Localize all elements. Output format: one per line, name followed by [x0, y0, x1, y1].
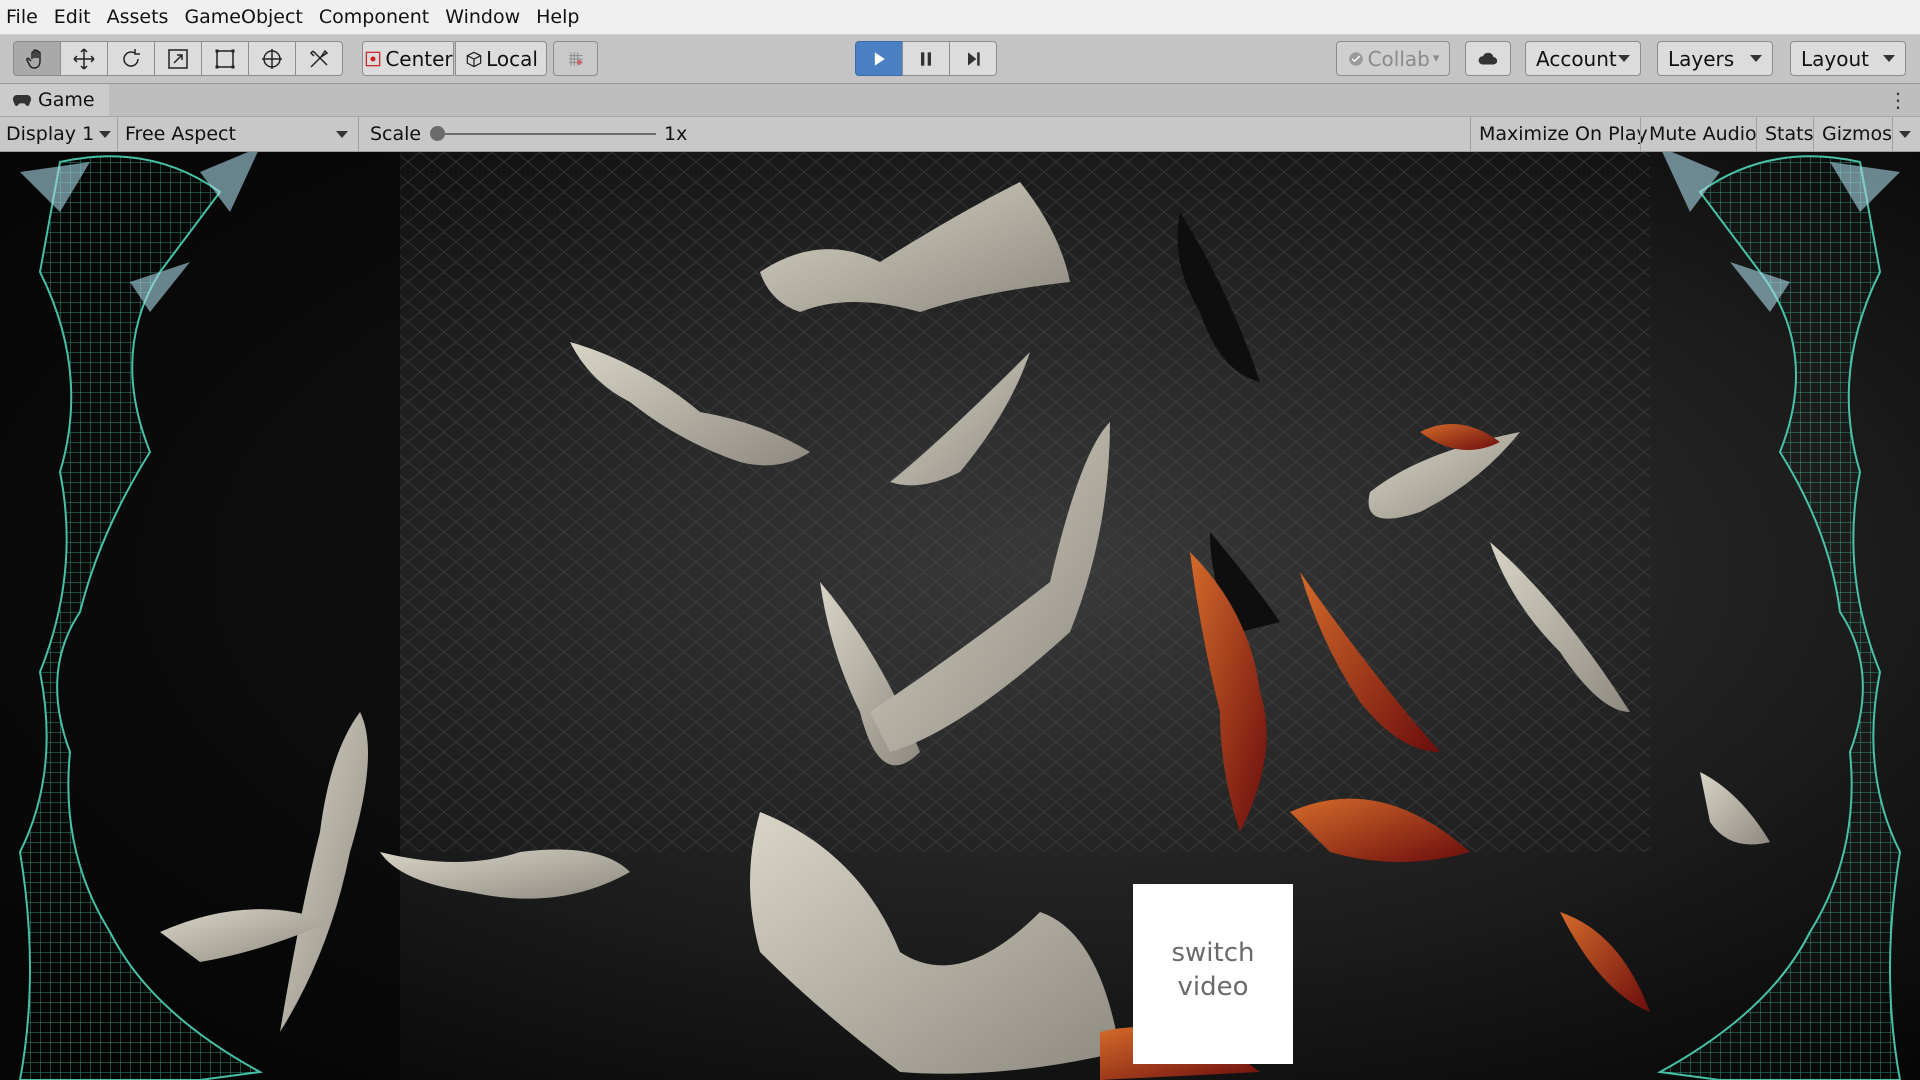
pivot-icon [366, 51, 381, 66]
chevron-down-icon: ▾ [1432, 51, 1440, 66]
switch-video-button[interactable]: switch video [1133, 884, 1293, 1064]
tab-game[interactable]: Game [0, 84, 109, 116]
chevron-down-icon [1899, 130, 1911, 138]
local-space-icon [466, 51, 482, 67]
maximize-label: Maximize On Play [1479, 123, 1648, 145]
checkmark-icon [1348, 51, 1363, 66]
main-toolbar: Center Local Collab ▾ Account Layers Lay… [0, 35, 1920, 84]
grid-snap-icon [568, 51, 583, 66]
scale-tool-button[interactable] [154, 41, 202, 76]
account-label: Account [1536, 46, 1617, 71]
cloud-icon [1478, 52, 1498, 64]
layout-dropdown[interactable]: Layout [1790, 41, 1906, 76]
layers-dropdown[interactable]: Layers [1657, 41, 1773, 76]
custom-tool-icon [309, 49, 329, 68]
pause-button[interactable] [902, 41, 950, 76]
rotate-tool-button[interactable] [107, 41, 155, 76]
cloud-button[interactable] [1465, 41, 1511, 76]
maximize-on-play-toggle[interactable]: Maximize On Play [1470, 117, 1656, 151]
step-button[interactable] [949, 41, 997, 76]
collab-button[interactable]: Collab ▾ [1336, 41, 1450, 76]
menu-edit[interactable]: Edit [46, 0, 99, 34]
collab-label: Collab [1367, 46, 1430, 71]
pivot-center-button[interactable]: Center [362, 41, 454, 76]
hand-icon [26, 48, 41, 69]
menu-bar: File Edit Assets GameObject Component Wi… [0, 0, 1920, 35]
play-icon [874, 51, 885, 66]
mute-label: Mute Audio [1649, 123, 1757, 145]
account-dropdown[interactable]: Account [1525, 41, 1641, 76]
switch-video-line1: switch [1171, 938, 1255, 968]
custom-tool-button[interactable] [295, 41, 343, 76]
game-viewport[interactable]: switch video [0, 152, 1920, 1080]
stats-toggle[interactable]: Stats [1756, 117, 1822, 151]
menu-gameobject[interactable]: GameObject [176, 0, 310, 34]
game-tab-label: Game [38, 89, 95, 111]
menu-help[interactable]: Help [528, 0, 587, 34]
rect-tool-icon [215, 49, 235, 68]
scale-slider-track[interactable] [436, 133, 656, 135]
rotate-icon [123, 48, 140, 67]
display-dropdown[interactable]: Display 1 [0, 117, 118, 151]
menu-window[interactable]: Window [437, 0, 528, 34]
gamepad-icon [12, 95, 32, 106]
space-label: Local [486, 46, 538, 71]
chevron-down-icon [1750, 55, 1762, 62]
rect-tool-button[interactable] [201, 41, 249, 76]
display-label: Display 1 [6, 123, 95, 145]
switch-video-line2: video [1177, 972, 1249, 1002]
layout-label: Layout [1801, 46, 1869, 71]
game-view-controls: Display 1 Free Aspect Scale 1x Maximize … [0, 117, 1920, 152]
hand-tool-button[interactable] [13, 41, 61, 76]
move-icon [73, 47, 95, 70]
game-panel-header: Game ⋮ [0, 84, 1920, 117]
pivot-label: Center [385, 46, 453, 71]
panel-menu-icon[interactable]: ⋮ [1888, 88, 1908, 112]
chevron-down-icon [99, 130, 111, 138]
gizmos-label: Gizmos [1822, 123, 1893, 145]
mute-audio-toggle[interactable]: Mute Audio [1640, 117, 1765, 151]
play-button[interactable] [855, 41, 903, 76]
menu-file[interactable]: File [0, 0, 46, 34]
aspect-dropdown[interactable]: Free Aspect [119, 117, 359, 151]
menu-assets[interactable]: Assets [99, 0, 177, 34]
transform-icon [262, 48, 282, 69]
chevron-down-icon [1618, 55, 1630, 62]
scale-slider-thumb[interactable] [430, 126, 445, 141]
pause-icon [921, 51, 931, 66]
scale-value: 1x [664, 123, 688, 145]
move-tool-button[interactable] [60, 41, 108, 76]
stats-label: Stats [1765, 123, 1814, 145]
pivot-local-button[interactable]: Local [455, 41, 547, 76]
grid-snap-button[interactable] [553, 41, 598, 76]
scale-icon [168, 48, 188, 69]
transform-tools [13, 41, 343, 76]
aspect-label: Free Aspect [125, 123, 236, 145]
step-icon [968, 51, 980, 66]
gizmos-toggle[interactable]: Gizmos [1813, 117, 1900, 151]
chevron-down-icon [336, 130, 348, 138]
game-scene-render [0, 152, 1920, 1080]
scale-label: Scale [370, 123, 422, 145]
transform-tool-button[interactable] [248, 41, 296, 76]
menu-component[interactable]: Component [311, 0, 437, 34]
chevron-down-icon [1883, 55, 1895, 62]
layers-label: Layers [1668, 46, 1735, 71]
gizmos-dropdown[interactable] [1892, 117, 1917, 151]
